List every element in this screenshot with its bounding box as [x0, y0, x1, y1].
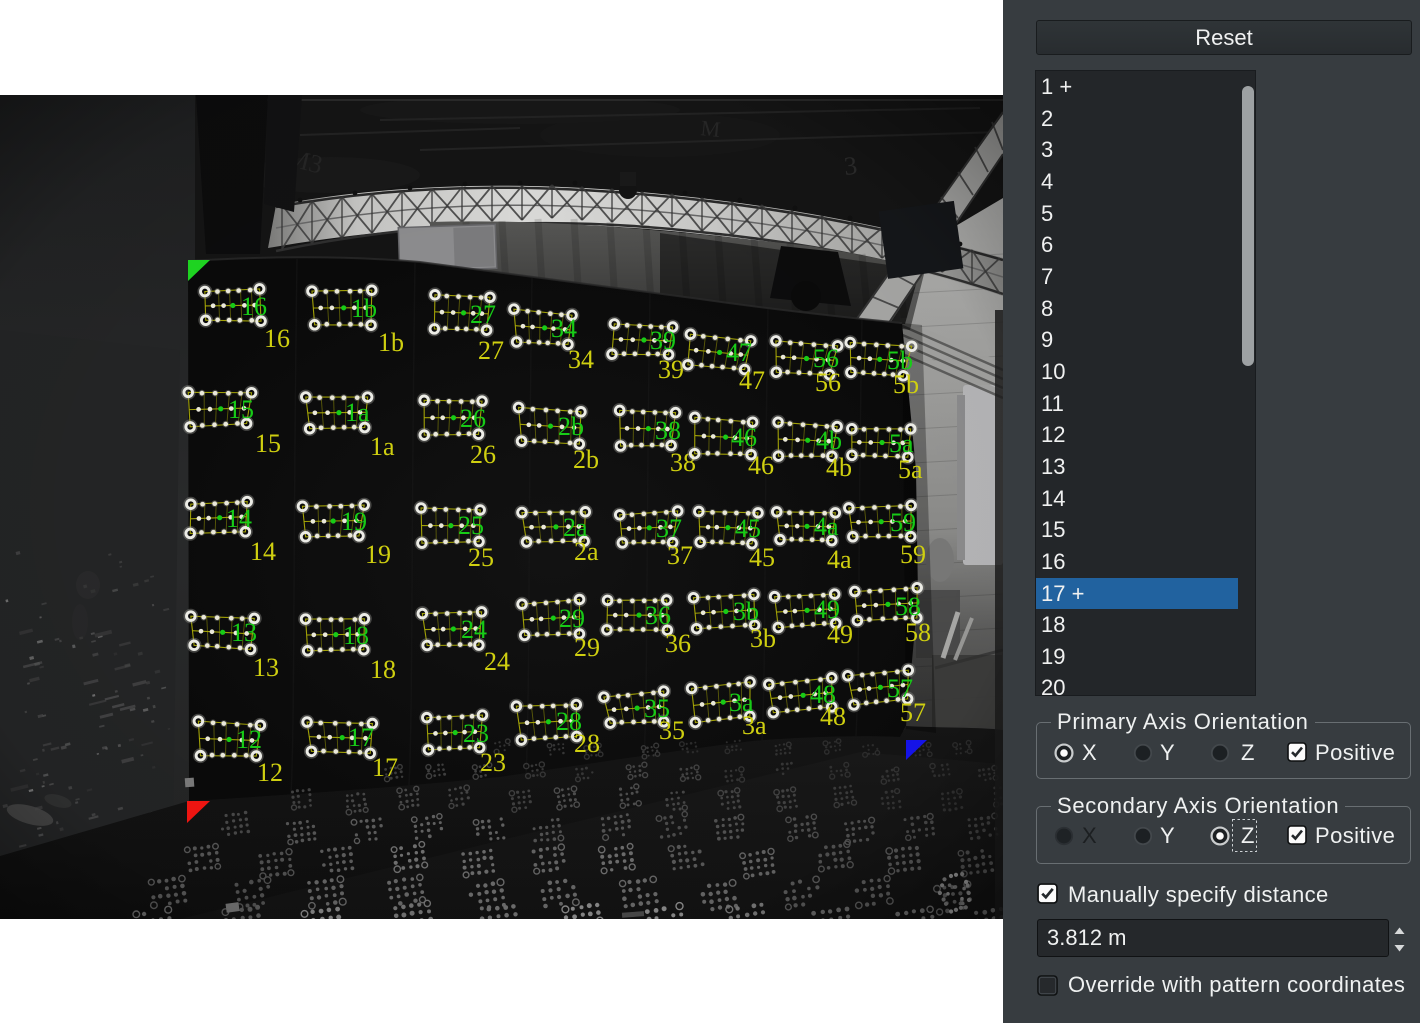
svg-text:49: 49 — [827, 620, 853, 649]
svg-text:2a: 2a — [574, 537, 599, 566]
svg-text:23: 23 — [480, 748, 506, 777]
svg-text:23: 23 — [463, 719, 489, 748]
svg-text:26: 26 — [470, 440, 496, 469]
svg-text:56: 56 — [815, 368, 841, 397]
svg-text:29: 29 — [574, 633, 600, 662]
svg-text:19: 19 — [341, 507, 367, 536]
svg-text:1a: 1a — [370, 432, 395, 461]
svg-text:47: 47 — [726, 338, 752, 367]
svg-text:45: 45 — [735, 514, 761, 543]
svg-text:17: 17 — [348, 723, 374, 752]
svg-text:24: 24 — [461, 615, 487, 644]
svg-text:15: 15 — [228, 395, 254, 424]
svg-text:25: 25 — [468, 543, 494, 572]
svg-text:59: 59 — [900, 540, 926, 569]
svg-text:5b: 5b — [893, 370, 919, 399]
svg-text:5a: 5a — [889, 429, 914, 458]
svg-text:26: 26 — [460, 404, 486, 433]
svg-text:15: 15 — [255, 429, 281, 458]
svg-text:27: 27 — [478, 336, 504, 365]
svg-text:29: 29 — [559, 604, 585, 633]
svg-text:19: 19 — [365, 540, 391, 569]
svg-text:12: 12 — [236, 725, 262, 754]
svg-text:47: 47 — [739, 366, 765, 395]
svg-text:24: 24 — [484, 647, 510, 676]
svg-text:46: 46 — [748, 451, 774, 480]
svg-text:4a: 4a — [814, 512, 839, 541]
svg-text:17: 17 — [372, 753, 398, 782]
svg-text:58: 58 — [905, 618, 931, 647]
svg-text:14: 14 — [250, 537, 276, 566]
svg-text:59: 59 — [890, 508, 916, 537]
svg-text:37: 37 — [656, 514, 682, 543]
svg-text:39: 39 — [658, 355, 684, 384]
svg-text:12: 12 — [257, 758, 283, 787]
svg-text:1b: 1b — [378, 328, 404, 357]
svg-text:2b: 2b — [558, 412, 584, 441]
svg-text:2b: 2b — [573, 445, 599, 474]
svg-text:3a: 3a — [742, 711, 767, 740]
svg-text:34: 34 — [551, 314, 577, 343]
svg-text:4b: 4b — [816, 426, 842, 455]
svg-text:13: 13 — [253, 653, 279, 682]
svg-text:14: 14 — [226, 504, 252, 533]
svg-text:36: 36 — [665, 629, 691, 658]
svg-text:25: 25 — [458, 511, 484, 540]
svg-text:36: 36 — [645, 601, 671, 630]
svg-text:34: 34 — [568, 345, 594, 374]
svg-text:45: 45 — [749, 543, 775, 572]
svg-text:3b: 3b — [733, 597, 759, 626]
svg-text:18: 18 — [343, 621, 369, 650]
svg-text:18: 18 — [370, 655, 396, 684]
svg-text:57: 57 — [900, 698, 926, 727]
svg-text:1a: 1a — [345, 398, 370, 427]
svg-text:48: 48 — [820, 702, 846, 731]
svg-text:28: 28 — [574, 729, 600, 758]
svg-text:38: 38 — [655, 416, 681, 445]
svg-text:1b: 1b — [351, 294, 377, 323]
svg-text:13: 13 — [231, 618, 257, 647]
svg-text:4a: 4a — [827, 545, 852, 574]
svg-text:35: 35 — [659, 716, 685, 745]
svg-text:16: 16 — [264, 324, 290, 353]
svg-text:39: 39 — [650, 326, 676, 355]
svg-text:37: 37 — [667, 541, 693, 570]
svg-text:46: 46 — [731, 423, 757, 452]
svg-text:58: 58 — [895, 592, 921, 621]
svg-text:16: 16 — [241, 292, 267, 321]
svg-text:5a: 5a — [898, 455, 923, 484]
svg-text:27: 27 — [470, 300, 496, 329]
